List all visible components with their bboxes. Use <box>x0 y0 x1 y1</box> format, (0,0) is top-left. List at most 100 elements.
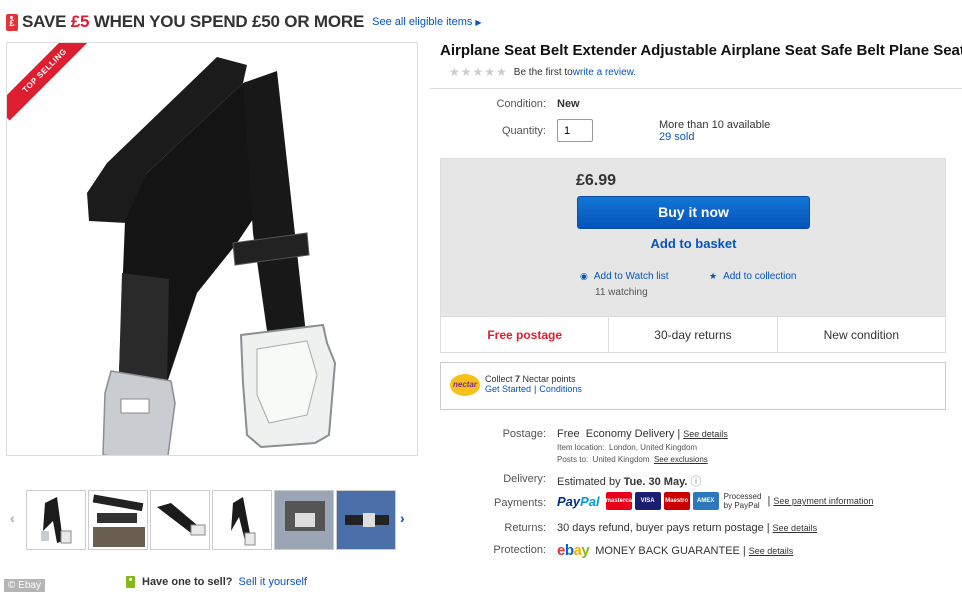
product-image[interactable]: TOP SELLING <box>6 42 418 456</box>
posts-to: Posts to: United Kingdom See exclusions <box>557 455 708 464</box>
processed-by-paypal: Processed by PayPal <box>724 492 762 510</box>
amex-icon: AMEX <box>692 492 719 510</box>
protection-value: ebay MONEY BACK GUARANTEE | See details <box>557 542 793 559</box>
visa-icon: VISA <box>634 492 661 510</box>
nectar-logo: nectar <box>450 374 480 396</box>
chevron-right-icon[interactable]: › <box>400 510 405 526</box>
thumbnail-6[interactable] <box>336 490 396 550</box>
thumbnail-4[interactable] <box>212 490 272 550</box>
delivery-value: Estimated by Tue. 30 May. ⓘ <box>557 473 702 489</box>
paypal-pal: Pal <box>580 493 600 509</box>
star-icon: ★ <box>709 271 718 281</box>
chevron-left-icon[interactable]: ‹ <box>10 510 15 526</box>
quantity-label: Quantity: <box>501 125 546 137</box>
thumbnail-image <box>157 503 206 536</box>
star-rating-icon: ★★★★★ <box>449 65 508 79</box>
see-payment-info-link[interactable]: See payment information <box>773 496 873 506</box>
review-prompt: Be the first to <box>513 66 573 78</box>
promo-prefix: SAVE <box>22 12 71 31</box>
collection-label: Add to collection <box>723 271 797 282</box>
add-to-collection-link[interactable]: ★ Add to collection <box>709 271 796 282</box>
thumbnail-5[interactable] <box>274 490 334 550</box>
seat-belt-image <box>87 57 337 455</box>
thumbnail-image <box>275 491 333 549</box>
thumbnail-1[interactable] <box>26 490 86 550</box>
delivery-label: Delivery: <box>503 473 546 485</box>
ebay-logo: ebay <box>557 542 590 559</box>
thumbnail-strip: ‹ › <box>6 488 418 552</box>
nectar-suffix: Nectar points <box>520 374 576 384</box>
condition-value: New <box>557 98 580 110</box>
image-credit: © Ebay <box>4 579 45 592</box>
get-started-link[interactable]: Get Started <box>485 384 531 394</box>
paypal-logo: PayPal <box>557 494 600 509</box>
location-label: Item location: <box>557 443 605 452</box>
delivery-prefix: Estimated by <box>557 476 624 488</box>
feature-returns: 30-day returns <box>608 317 776 352</box>
postage-value: Free Economy Delivery | See details <box>557 428 728 440</box>
postage-method: Economy Delivery <box>585 428 675 440</box>
price: £6.99 <box>576 172 617 189</box>
conditions-link[interactable]: Conditions <box>539 384 582 394</box>
nectar-prefix: Collect <box>485 374 516 384</box>
mastercard-icon: mastercard <box>605 492 638 510</box>
delivery-date: Tue. 30 May. <box>623 476 688 488</box>
separator: | <box>766 522 770 534</box>
separator: | <box>534 384 537 394</box>
item-title: Airplane Seat Belt Extender Adjustable A… <box>440 42 962 59</box>
triangle-right-icon: ▶ <box>475 18 482 27</box>
watch-label: Add to Watch list <box>593 271 669 282</box>
write-review-link[interactable]: write a review. <box>573 67 636 78</box>
sell-prompt: Have one to sell? Sell it yourself <box>126 576 307 588</box>
feature-strip: Free postage 30-day returns New conditio… <box>441 316 945 352</box>
paypal-pay: Pay <box>557 493 581 509</box>
thumbnail-3[interactable] <box>150 490 210 550</box>
rating-row: ★★★★★ Be the first to write a review. <box>449 65 636 79</box>
nectar-box: nectar Collect 7 Nectar points Get Start… <box>440 362 946 410</box>
see-eligible-items-link[interactable]: See all eligible items ▶ <box>372 16 481 28</box>
quantity-input[interactable] <box>557 119 593 142</box>
promo-headline: SAVE £5 WHEN YOU SPEND £50 OR MORE <box>22 12 364 32</box>
protection-label: Protection: <box>493 544 546 556</box>
availability-text: More than 10 available <box>659 119 771 131</box>
price-tag-icon: £ <box>6 13 18 31</box>
info-icon[interactable]: ⓘ <box>691 476 702 488</box>
promo-suffix: WHEN YOU SPEND £50 OR MORE <box>89 12 365 31</box>
maestro-icon: Maestro <box>663 492 690 510</box>
promo-link-label: See all eligible items <box>372 16 473 28</box>
posts-to-label: Posts to: <box>557 455 589 464</box>
posts-to-value: United Kingdom <box>592 455 650 464</box>
postage-see-details-link[interactable]: See details <box>683 429 728 439</box>
sold-count-link[interactable]: 29 sold <box>659 131 694 143</box>
returns-see-details-link[interactable]: See details <box>773 523 818 533</box>
promo-amount: £5 <box>70 12 90 31</box>
buy-it-now-button[interactable]: Buy it now <box>577 196 810 229</box>
nectar-collect-text: Collect 7 Nectar points <box>485 374 576 384</box>
separator: | <box>767 495 771 507</box>
thumbnail-2[interactable] <box>88 490 148 550</box>
condition-label: Condition: <box>496 98 546 110</box>
tag-icon <box>126 576 135 588</box>
postage-label: Postage: <box>502 428 546 440</box>
protection-see-details-link[interactable]: See details <box>749 546 794 556</box>
separator: | <box>742 544 746 557</box>
feature-free-postage: Free postage <box>487 328 563 342</box>
add-to-basket-button[interactable]: Add to basket <box>577 236 810 251</box>
thumbnail-image <box>92 494 145 547</box>
see-exclusions-link[interactable]: See exclusions <box>654 455 708 464</box>
watching-count: 11 watching <box>595 287 648 298</box>
payment-methods: PayPal mastercard VISA Maestro AMEX Proc… <box>557 492 873 510</box>
thumbnail-image <box>41 497 72 544</box>
money-back-guarantee: MONEY BACK GUARANTEE <box>595 544 740 557</box>
returns-value: 30 days refund, buyer pays return postag… <box>557 522 817 534</box>
divider <box>430 88 962 89</box>
separator: | <box>677 428 681 440</box>
nectar-links: Get Started | Conditions <box>485 384 582 394</box>
payments-label: Payments: <box>494 497 546 509</box>
thumbnail-image <box>337 491 395 549</box>
feature-condition: New condition <box>776 317 945 352</box>
location-value: London, United Kingdom <box>609 443 698 452</box>
sell-it-yourself-link[interactable]: Sell it yourself <box>238 576 306 588</box>
add-to-watch-list-link[interactable]: ◉ Add to Watch list <box>580 271 669 282</box>
returns-label: Returns: <box>504 522 546 534</box>
